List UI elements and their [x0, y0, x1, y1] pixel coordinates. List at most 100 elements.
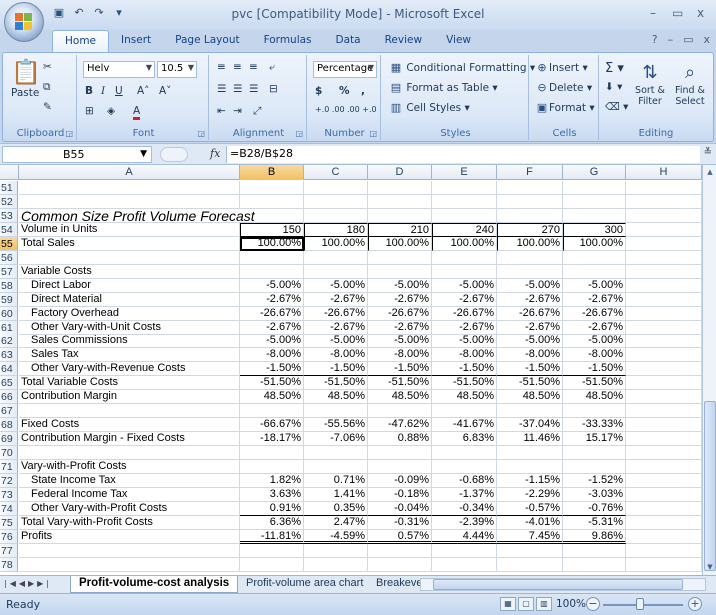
value-cell-f[interactable]: -5.00%: [497, 278, 563, 293]
row-label-cell[interactable]: Volume in Units: [19, 222, 240, 237]
value-cell-f[interactable]: [497, 208, 563, 223]
column-header-g[interactable]: G: [563, 165, 626, 180]
value-cell-f[interactable]: 100.00%: [497, 236, 563, 251]
value-cell-b[interactable]: -51.50%: [240, 376, 304, 391]
value-cell-d[interactable]: [368, 250, 432, 265]
value-cell-f[interactable]: [497, 446, 563, 461]
value-cell-f[interactable]: -2.67%: [497, 320, 563, 335]
value-cell-g[interactable]: -5.31%: [563, 515, 626, 530]
value-cell-f[interactable]: [497, 194, 563, 209]
row-label-cell[interactable]: Profits: [19, 529, 240, 544]
row-label-cell[interactable]: Direct Labor: [19, 278, 240, 293]
value-cell-d[interactable]: [368, 208, 432, 223]
value-cell-c[interactable]: -51.50%: [304, 376, 368, 391]
value-cell-b[interactable]: 48.50%: [240, 390, 304, 405]
help-icon[interactable]: ?: [652, 33, 658, 46]
value-cell-b[interactable]: [240, 557, 304, 572]
align-center-icon[interactable]: ☰: [233, 83, 242, 95]
row-label-cell[interactable]: [19, 250, 240, 265]
value-cell-f[interactable]: -1.15%: [497, 473, 563, 488]
value-cell-f[interactable]: -0.57%: [497, 501, 563, 516]
align-left-icon[interactable]: ☰: [217, 83, 226, 95]
value-cell-c[interactable]: -1.50%: [304, 362, 368, 377]
row-label-cell[interactable]: Total Sales: [19, 236, 240, 251]
value-cell-f[interactable]: [497, 404, 563, 419]
row-label-cell[interactable]: Factory Overhead: [19, 306, 240, 321]
value-cell-e[interactable]: [432, 208, 497, 223]
tab-view[interactable]: View: [434, 30, 483, 52]
font-launcher-icon[interactable]: ◲: [197, 129, 205, 138]
value-cell-d[interactable]: 210: [368, 222, 432, 237]
ribbon-minimize-icon[interactable]: –: [668, 33, 674, 46]
value-cell-g[interactable]: -5.00%: [563, 278, 626, 293]
value-cell-h[interactable]: [626, 501, 702, 516]
ribbon-close-icon[interactable]: x: [703, 33, 710, 46]
row-header[interactable]: 61: [0, 320, 18, 335]
row-header[interactable]: 63: [0, 348, 18, 363]
row-label-cell[interactable]: Sales Commissions: [19, 334, 240, 349]
value-cell-d[interactable]: 48.50%: [368, 390, 432, 405]
paste-button[interactable]: 📋 Paste: [11, 57, 41, 101]
value-cell-h[interactable]: [626, 306, 702, 321]
page-layout-view-icon[interactable]: ▢: [518, 597, 534, 611]
align-bottom-icon[interactable]: ≡: [249, 61, 258, 73]
value-cell-b[interactable]: 1.82%: [240, 473, 304, 488]
value-cell-b[interactable]: 0.91%: [240, 501, 304, 516]
value-cell-d[interactable]: -26.67%: [368, 306, 432, 321]
value-cell-g[interactable]: [563, 404, 626, 419]
value-cell-h[interactable]: [626, 460, 702, 474]
row-label-cell[interactable]: Sales Tax: [19, 348, 240, 363]
row-header[interactable]: 66: [0, 390, 18, 405]
row-header[interactable]: 51: [0, 181, 18, 195]
value-cell-b[interactable]: -2.67%: [240, 292, 304, 307]
value-cell-e[interactable]: [432, 250, 497, 265]
row-label-cell[interactable]: Contribution Margin: [19, 390, 240, 405]
alignment-launcher-icon[interactable]: ◲: [295, 129, 303, 138]
underline-button[interactable]: U: [115, 85, 123, 97]
row-header[interactable]: 77: [0, 543, 18, 558]
vertical-scroll-thumb[interactable]: [704, 401, 716, 571]
value-cell-c[interactable]: [304, 446, 368, 461]
value-cell-h[interactable]: [626, 236, 702, 251]
value-cell-b[interactable]: [240, 264, 304, 279]
value-cell-b[interactable]: -1.50%: [240, 362, 304, 377]
value-cell-h[interactable]: [626, 376, 702, 391]
value-cell-c[interactable]: 48.50%: [304, 390, 368, 405]
align-middle-icon[interactable]: ≡: [233, 61, 242, 73]
column-header-b[interactable]: B: [240, 165, 304, 180]
tab-insert[interactable]: Insert: [109, 30, 163, 52]
value-cell-b[interactable]: -8.00%: [240, 348, 304, 363]
value-cell-f[interactable]: [497, 543, 563, 558]
row-label-cell[interactable]: [19, 543, 240, 558]
row-header[interactable]: 55: [0, 236, 18, 251]
tab-home[interactable]: Home: [52, 30, 110, 52]
insert-function-button[interactable]: fx: [210, 147, 220, 160]
italic-button[interactable]: I: [101, 85, 105, 97]
value-cell-e[interactable]: [432, 264, 497, 279]
format-as-table-button[interactable]: ▤ Format as Table ▾: [389, 81, 498, 94]
comma-button[interactable]: ,: [361, 85, 365, 97]
value-cell-d[interactable]: -5.00%: [368, 334, 432, 349]
value-cell-d[interactable]: [368, 264, 432, 279]
value-cell-h[interactable]: [626, 543, 702, 558]
conditional-formatting-button[interactable]: ▦ Conditional Formatting ▾: [389, 61, 535, 74]
value-cell-f[interactable]: -1.50%: [497, 362, 563, 377]
value-cell-h[interactable]: [626, 446, 702, 461]
value-cell-g[interactable]: [563, 181, 626, 195]
value-cell-b[interactable]: -2.67%: [240, 320, 304, 335]
value-cell-h[interactable]: [626, 334, 702, 349]
value-cell-h[interactable]: [626, 487, 702, 502]
tab-data[interactable]: Data: [324, 30, 373, 52]
value-cell-d[interactable]: -8.00%: [368, 348, 432, 363]
value-cell-b[interactable]: -66.67%: [240, 418, 304, 433]
value-cell-g[interactable]: -8.00%: [563, 348, 626, 363]
value-cell-c[interactable]: 1.41%: [304, 487, 368, 502]
value-cell-g[interactable]: [563, 543, 626, 558]
clear-icon[interactable]: ⌫ ▾: [605, 101, 628, 113]
value-cell-c[interactable]: -8.00%: [304, 348, 368, 363]
decrease-indent-icon[interactable]: ⇤: [217, 105, 226, 117]
value-cell-b[interactable]: [240, 460, 304, 474]
value-cell-d[interactable]: -1.50%: [368, 362, 432, 377]
minimize-button[interactable]: –: [650, 6, 656, 20]
column-header-h[interactable]: H: [626, 165, 702, 180]
